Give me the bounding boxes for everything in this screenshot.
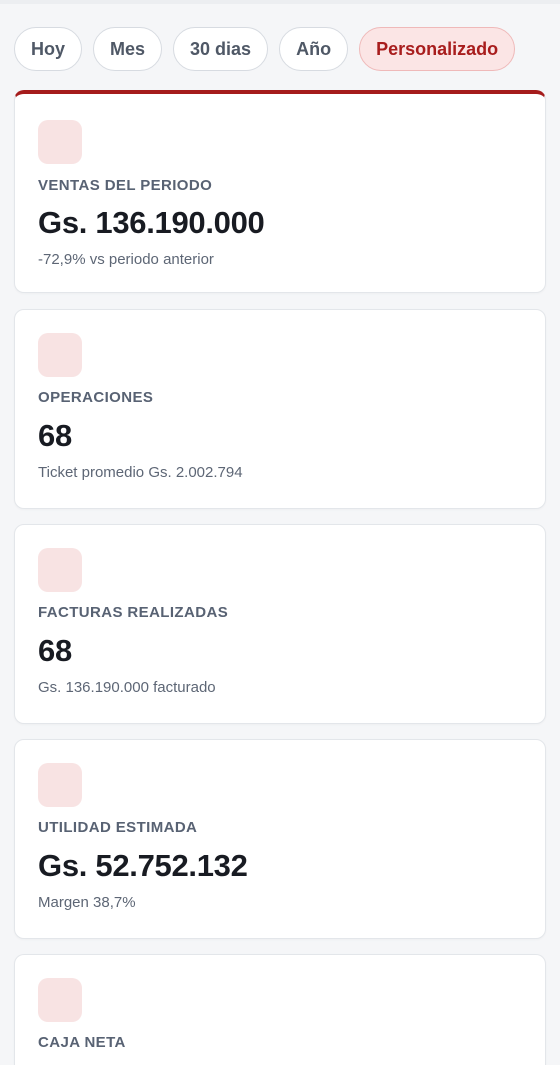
card-value: Gs. 52.752.132 — [38, 848, 248, 883]
top-strip — [0, 0, 560, 4]
card-ventas-del-periodo[interactable]: VENTAS DEL PERIODO Gs. 136.190.000 -72,9… — [14, 90, 546, 293]
card-subtitle: -72,9% vs periodo anterior — [38, 251, 214, 268]
card-label: VENTAS DEL PERIODO — [38, 177, 213, 194]
card-subtitle: Gs. 136.190.000 facturado — [38, 679, 216, 696]
card-label: FACTURAS REALIZADAS — [38, 604, 229, 621]
card-subtitle: Margen 38,7% — [38, 894, 136, 911]
card-operaciones[interactable]: OPERACIONES 68 Ticket promedio Gs. 2.002… — [14, 309, 546, 509]
card-caja-neta[interactable]: CAJA NETA — [14, 954, 546, 1065]
card-subtitle: Ticket promedio Gs. 2.002.794 — [38, 464, 243, 481]
card-value: 68 — [38, 633, 72, 668]
profit-icon — [38, 763, 82, 807]
card-label: UTILIDAD ESTIMADA — [38, 819, 198, 836]
card-facturas-realizadas[interactable]: FACTURAS REALIZADAS 68 Gs. 136.190.000 f… — [14, 524, 546, 724]
period-filter-bar: Hoy Mes 30 dias Año Personalizado — [14, 27, 516, 71]
operations-icon — [38, 333, 82, 377]
filter-mes[interactable]: Mes — [93, 27, 163, 71]
filter-hoy[interactable]: Hoy — [14, 27, 83, 71]
filter-personalizado[interactable]: Personalizado — [359, 27, 516, 71]
filter-ano[interactable]: Año — [279, 27, 349, 71]
card-value: 68 — [38, 418, 72, 453]
card-value: Gs. 136.190.000 — [38, 205, 265, 240]
cash-icon — [38, 978, 82, 1022]
card-label: OPERACIONES — [38, 389, 154, 406]
card-utilidad-estimada[interactable]: UTILIDAD ESTIMADA Gs. 52.752.132 Margen … — [14, 739, 546, 939]
invoice-icon — [38, 548, 82, 592]
sales-icon — [38, 120, 82, 164]
filter-30-dias[interactable]: 30 dias — [173, 27, 269, 71]
card-label: CAJA NETA — [38, 1034, 126, 1051]
